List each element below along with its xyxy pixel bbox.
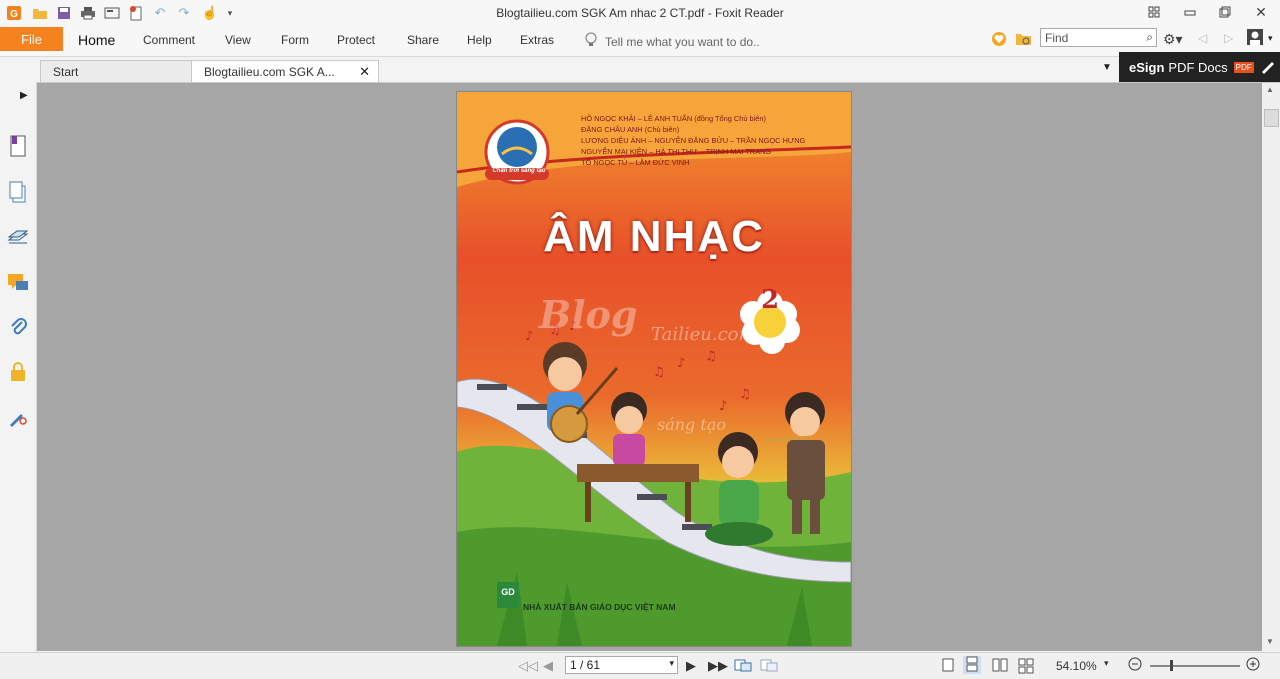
- pdf-page: ♪ ♫ ♪ ♫ ♪ ♫ ♪ ♫ Chân trời sáng tạo HỒ NGỌC KHẢ…: [456, 91, 852, 647]
- comments-icon[interactable]: [6, 270, 30, 294]
- search-folder-icon[interactable]: [1015, 31, 1033, 50]
- previous-result-icon[interactable]: ◁: [1198, 31, 1207, 45]
- tab-list-dropdown-icon[interactable]: ▼: [1102, 62, 1112, 73]
- vertical-scrollbar[interactable]: ▲ ▼: [1262, 83, 1280, 651]
- file-menu-button[interactable]: File: [0, 27, 63, 51]
- svg-text:♫: ♫: [705, 349, 717, 364]
- zoom-out-icon[interactable]: [1127, 656, 1143, 675]
- author-line: HỒ NGỌC KHẢI – LÊ ANH TUẤN (đồng Tổng Ch…: [581, 114, 766, 123]
- author-line: ĐẶNG CHÂU ANH (Chủ biên): [581, 125, 680, 134]
- find-input[interactable]: Find ⌕: [1040, 28, 1157, 47]
- pages-icon[interactable]: [6, 180, 30, 204]
- last-page-icon[interactable]: ▶▶: [708, 658, 728, 674]
- previous-view-icon[interactable]: [734, 658, 752, 675]
- zoom-dropdown-icon[interactable]: ▾: [1104, 658, 1109, 669]
- svg-text:♫: ♫: [739, 387, 751, 402]
- search-icon[interactable]: ⌕: [1146, 30, 1153, 45]
- previous-page-icon[interactable]: ◀: [543, 658, 553, 674]
- esign-text: PDF Docs: [1168, 59, 1228, 75]
- zoom-slider[interactable]: [1150, 660, 1240, 671]
- pen-icon: [1260, 58, 1276, 77]
- zoom-slider-thumb[interactable]: [1170, 660, 1173, 671]
- tab-comment[interactable]: Comment: [143, 33, 195, 47]
- heart-icon[interactable]: [991, 31, 1007, 50]
- layers-icon[interactable]: [6, 225, 30, 249]
- book-title: ÂM NHẠC: [543, 212, 765, 261]
- page-number-input[interactable]: 1 / 61 ▾: [565, 656, 678, 674]
- tell-me-search[interactable]: Tell me what you want to do..: [585, 32, 760, 51]
- menu-bar: File Home Comment View Form Protect Shar…: [0, 26, 1280, 57]
- ribbon-display-icon[interactable]: [1139, 2, 1169, 22]
- tab-document[interactable]: Blogtailieu.com SGK A... ✕: [191, 60, 379, 82]
- publisher-name: NHÀ XUẤT BẢN GIÁO DỤC VIỆT NAM: [523, 602, 676, 612]
- title-bar: G ↶ ↷ ☝ ▾ Blogtailieu.com SGK Am nhac 2 …: [0, 0, 1280, 26]
- settings-gear-icon[interactable]: ⚙▾: [1163, 31, 1183, 48]
- close-window-button[interactable]: ✕: [1246, 2, 1276, 22]
- svg-text:♫: ♫: [653, 365, 665, 380]
- security-lock-icon[interactable]: [6, 360, 30, 384]
- tab-document-label: Blogtailieu.com SGK A...: [204, 65, 335, 79]
- tab-start[interactable]: Start: [40, 60, 192, 82]
- next-result-icon[interactable]: ▷: [1224, 31, 1233, 45]
- scroll-up-icon[interactable]: ▲: [1266, 85, 1274, 94]
- continuous-page-icon[interactable]: [963, 656, 981, 674]
- esign-bold: eSign: [1129, 59, 1165, 75]
- tab-home[interactable]: Home: [78, 32, 115, 48]
- navigation-panel: ▶: [0, 82, 39, 652]
- next-view-icon[interactable]: [760, 658, 778, 675]
- window-title: Blogtailieu.com SGK Am nhac 2 CT.pdf - F…: [496, 6, 784, 20]
- tab-protect[interactable]: Protect: [337, 33, 375, 47]
- author-line: TÔ NGỌC TÚ – LÂM ĐỨC VINH: [581, 158, 690, 167]
- first-page-icon[interactable]: ◁◁: [518, 658, 538, 674]
- page-dropdown-icon[interactable]: ▾: [669, 658, 674, 669]
- zoom-in-icon[interactable]: [1245, 656, 1261, 675]
- find-placeholder: Find: [1045, 30, 1069, 45]
- svg-text:♪: ♪: [677, 356, 685, 371]
- scrollbar-thumb[interactable]: [1264, 109, 1279, 127]
- tab-extras[interactable]: Extras: [520, 33, 554, 47]
- svg-text:♪: ♪: [719, 399, 727, 414]
- publisher-brand: Chân trời sáng tạo: [492, 168, 546, 174]
- next-page-icon[interactable]: ▶: [686, 658, 696, 674]
- watermark-blog: Blog: [539, 292, 638, 337]
- zoom-level[interactable]: 54.10%: [1056, 659, 1097, 673]
- single-page-icon[interactable]: [942, 658, 954, 675]
- user-dropdown-icon[interactable]: ▾: [1268, 33, 1273, 44]
- facing-pages-icon[interactable]: [992, 658, 1008, 675]
- scroll-down-icon[interactable]: ▼: [1266, 637, 1274, 646]
- signature-icon[interactable]: [6, 405, 30, 429]
- pdf-badge: PDF: [1233, 61, 1254, 73]
- authors-list: HỒ NGỌC KHẢI – LÊ ANH TUẤN (đồng Tổng Ch…: [581, 113, 841, 168]
- expand-panel-icon[interactable]: ▶: [20, 90, 28, 101]
- cover-art: ♪ ♫ ♪♫♪ ♫♪♫: [457, 92, 851, 646]
- page-number-value: 1 / 61: [570, 658, 601, 672]
- bookmarks-icon[interactable]: [6, 134, 30, 158]
- watermark-site: Tailieu.com: [651, 324, 756, 345]
- lightbulb-icon: [585, 32, 597, 51]
- tell-me-text: Tell me what you want to do..: [605, 34, 760, 49]
- tab-help[interactable]: Help: [467, 33, 492, 47]
- svg-text:♪: ♪: [525, 329, 533, 344]
- tab-start-label: Start: [53, 65, 79, 79]
- publisher-logo: GD: [501, 587, 515, 597]
- close-tab-icon[interactable]: ✕: [359, 64, 370, 80]
- esign-banner[interactable]: eSign PDF Docs PDF: [1119, 52, 1280, 82]
- tab-view[interactable]: View: [225, 33, 251, 47]
- document-tabs: Start Blogtailieu.com SGK A... ✕ ▼: [0, 57, 1280, 83]
- tab-share[interactable]: Share: [407, 33, 439, 47]
- minimize-button[interactable]: [1175, 2, 1205, 22]
- status-bar: ◁◁ ◀ 1 / 61 ▾ ▶ ▶▶ 54.10% ▾: [0, 652, 1280, 679]
- grade-number: 2: [760, 285, 780, 315]
- author-line: LƯƠNG DIỆU ÁNH – NGUYỄN ĐĂNG BỬU – TRẦN …: [581, 136, 806, 145]
- restore-button[interactable]: [1210, 2, 1240, 22]
- author-line: NGUYỄN MAI KIÊN – HÀ THỊ THƯ – TRỊNH MAI…: [581, 147, 772, 156]
- user-avatar-icon[interactable]: [1246, 28, 1264, 49]
- watermark-sangtao: sáng tạo: [657, 415, 726, 434]
- continuous-facing-icon[interactable]: [1018, 658, 1034, 677]
- tab-form[interactable]: Form: [281, 33, 309, 47]
- attachments-icon[interactable]: [6, 315, 30, 339]
